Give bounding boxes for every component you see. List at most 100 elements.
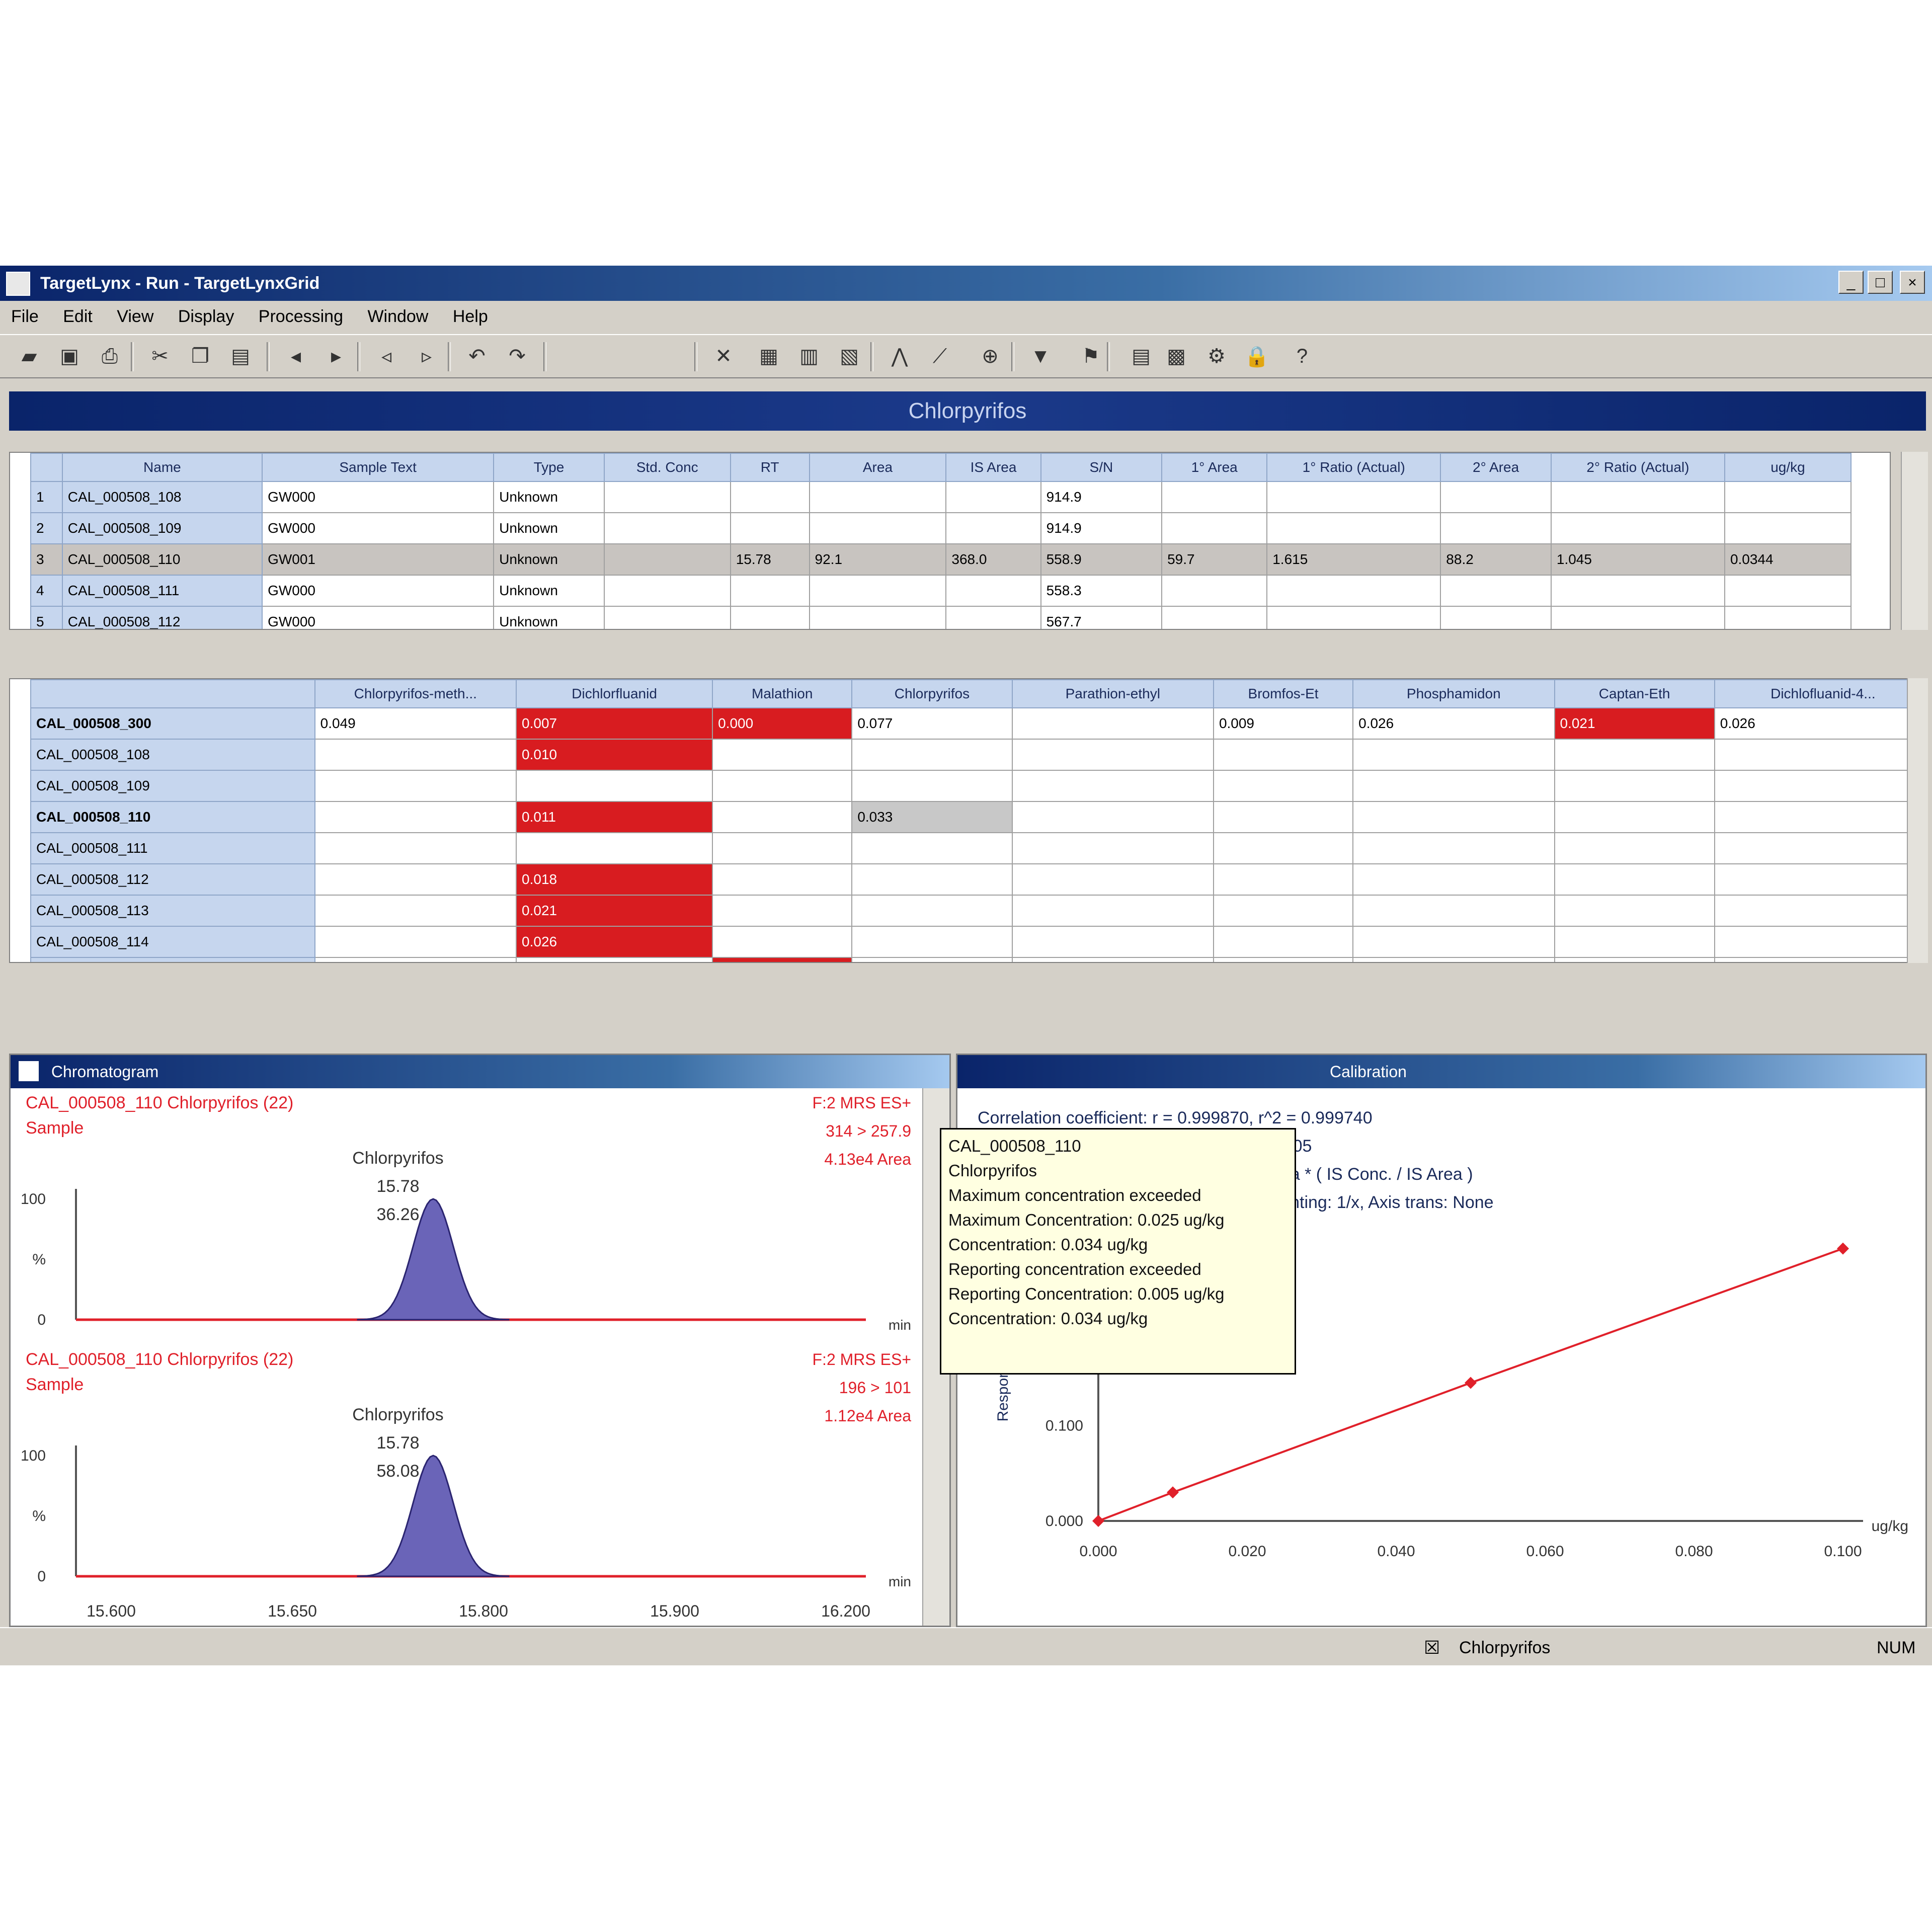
table-cell[interactable]: [1266, 575, 1441, 607]
column-header[interactable]: Name: [61, 453, 263, 482]
table-cell[interactable]: 0.077: [851, 707, 1013, 740]
table-cell[interactable]: [1011, 895, 1214, 927]
row-header-cell[interactable]: 1: [30, 481, 63, 513]
menu-window[interactable]: Window: [356, 301, 439, 333]
menu-file[interactable]: File: [0, 301, 50, 333]
table-cell[interactable]: [1550, 575, 1725, 607]
table-cell[interactable]: [809, 481, 947, 513]
column-header[interactable]: Dichlorfluanid: [516, 679, 713, 708]
grid-icon[interactable]: ▦: [755, 342, 783, 370]
table-cell[interactable]: Unknown: [493, 543, 605, 576]
table-cell[interactable]: [809, 606, 947, 629]
table-row[interactable]: 3 CAL_000508_110 GW001 Unknown 15.78 92.1 368.…: [30, 543, 1852, 576]
table-cell[interactable]: [314, 863, 517, 896]
save-icon[interactable]: ▣: [55, 342, 84, 370]
report-icon[interactable]: ▤: [1127, 342, 1155, 370]
row-header-cell[interactable]: CAL_000508_113: [30, 895, 315, 927]
table-cell[interactable]: 59.7: [1161, 543, 1268, 576]
maximize-button[interactable]: □: [1868, 271, 1893, 294]
table-cell[interactable]: [1724, 575, 1852, 607]
table-row[interactable]: CAL_000508_112 0.018: [30, 863, 1915, 896]
column-header[interactable]: RT: [730, 453, 810, 482]
table-cell[interactable]: [603, 575, 731, 607]
table-cell[interactable]: [945, 481, 1041, 513]
column-header[interactable]: S/N: [1040, 453, 1163, 482]
lock-icon[interactable]: 🔒: [1243, 342, 1271, 370]
table-cell[interactable]: [1161, 575, 1268, 607]
table-cell[interactable]: [851, 863, 1013, 896]
settings-icon[interactable]: ⚙: [1202, 342, 1231, 370]
table-cell[interactable]: 0.0344: [1724, 543, 1852, 576]
table-row[interactable]: CAL_000508_300 0.049 0.007 0.000 0.077 0.009 0…: [30, 707, 1915, 740]
table-cell[interactable]: [1714, 739, 1915, 771]
row-header-cell[interactable]: 2: [30, 512, 63, 544]
table-cell[interactable]: 914.9: [1040, 512, 1163, 544]
column-header[interactable]: Parathion-ethyl: [1011, 679, 1214, 708]
table-row[interactable]: CAL_000508_3010.048 0.0080.096 0.0730.0390…: [30, 957, 1915, 962]
table-cell[interactable]: 92.1: [809, 543, 947, 576]
next-compound-icon[interactable]: ▹: [413, 342, 441, 370]
table-cell[interactable]: [1724, 606, 1852, 629]
table-cell[interactable]: 0.040: [1714, 957, 1915, 962]
table-cell[interactable]: [851, 895, 1013, 927]
table-cell[interactable]: CAL_000508_110: [61, 543, 263, 576]
redo-icon[interactable]: ↷: [503, 342, 531, 370]
table-cell[interactable]: [1724, 481, 1852, 513]
table-cell[interactable]: [1011, 707, 1214, 740]
table-row[interactable]: 1 CAL_000508_108 GW000 Unknown 914.9: [30, 481, 1852, 513]
table-cell[interactable]: [809, 512, 947, 544]
table-cell[interactable]: [1352, 832, 1555, 864]
calibration-icon[interactable]: ⟋: [926, 342, 954, 370]
table-cell[interactable]: [851, 832, 1013, 864]
table-cell[interactable]: [1550, 481, 1725, 513]
table-cell[interactable]: 567.7: [1040, 606, 1163, 629]
table-cell[interactable]: [1161, 481, 1268, 513]
table-cell[interactable]: 1.045: [1550, 543, 1725, 576]
table-cell[interactable]: [712, 895, 853, 927]
table-cell[interactable]: [1554, 926, 1715, 958]
table-cell[interactable]: [1714, 863, 1915, 896]
table-cell[interactable]: [1714, 832, 1915, 864]
column-header[interactable]: [30, 679, 315, 708]
table-cell[interactable]: [712, 739, 853, 771]
table-cell[interactable]: 0.033: [851, 801, 1013, 833]
table-cell[interactable]: [1352, 770, 1555, 802]
table-cell[interactable]: 914.9: [1040, 481, 1163, 513]
undo-icon[interactable]: ↶: [463, 342, 491, 370]
table-cell[interactable]: [730, 512, 810, 544]
column-header[interactable]: 1° Area: [1161, 453, 1268, 482]
table-cell[interactable]: [1011, 957, 1214, 962]
zoom-icon[interactable]: ⊕: [976, 342, 1004, 370]
sample-grid-scrollbar[interactable]: [1901, 452, 1928, 630]
table-cell[interactable]: 15.78: [730, 543, 810, 576]
table-cell[interactable]: [1714, 926, 1915, 958]
table-row[interactable]: 2 CAL_000508_109 GW000 Unknown 914.9: [30, 512, 1852, 544]
table-cell[interactable]: 0.000: [712, 707, 853, 740]
table-cell[interactable]: [712, 801, 853, 833]
row-header-cell[interactable]: CAL_000508_110: [30, 801, 315, 833]
table-cell[interactable]: GW000: [262, 575, 495, 607]
table-row[interactable]: CAL_000508_111: [30, 832, 1915, 864]
table-cell[interactable]: [1213, 801, 1354, 833]
table-cell[interactable]: 0.026: [1714, 707, 1915, 740]
table-cell[interactable]: [945, 606, 1041, 629]
table-cell[interactable]: [730, 606, 810, 629]
table-cell[interactable]: 0.048: [314, 957, 517, 962]
table-cell[interactable]: [1714, 895, 1915, 927]
column-header[interactable]: Dichlofluanid-4...: [1714, 679, 1915, 708]
column-header[interactable]: Captan-Eth: [1554, 679, 1715, 708]
table-cell[interactable]: 0.021: [516, 895, 713, 927]
previous-compound-icon[interactable]: ◃: [372, 342, 400, 370]
row-header-cell[interactable]: CAL_000508_109: [30, 770, 315, 802]
column-header[interactable]: Std. Conc: [603, 453, 731, 482]
row-header-cell[interactable]: CAL_000508_301: [30, 957, 315, 962]
table-cell[interactable]: 0.026: [1352, 707, 1555, 740]
table-cell[interactable]: 0.010: [516, 739, 713, 771]
table-cell[interactable]: [516, 957, 713, 962]
table-cell[interactable]: CAL_000508_111: [61, 575, 263, 607]
column-header[interactable]: 2° Area: [1440, 453, 1552, 482]
table-cell[interactable]: [712, 832, 853, 864]
summary-grid-scrollbar[interactable]: [1907, 678, 1928, 963]
row-header-cell[interactable]: CAL_000508_300: [30, 707, 315, 740]
table-cell[interactable]: [314, 832, 517, 864]
